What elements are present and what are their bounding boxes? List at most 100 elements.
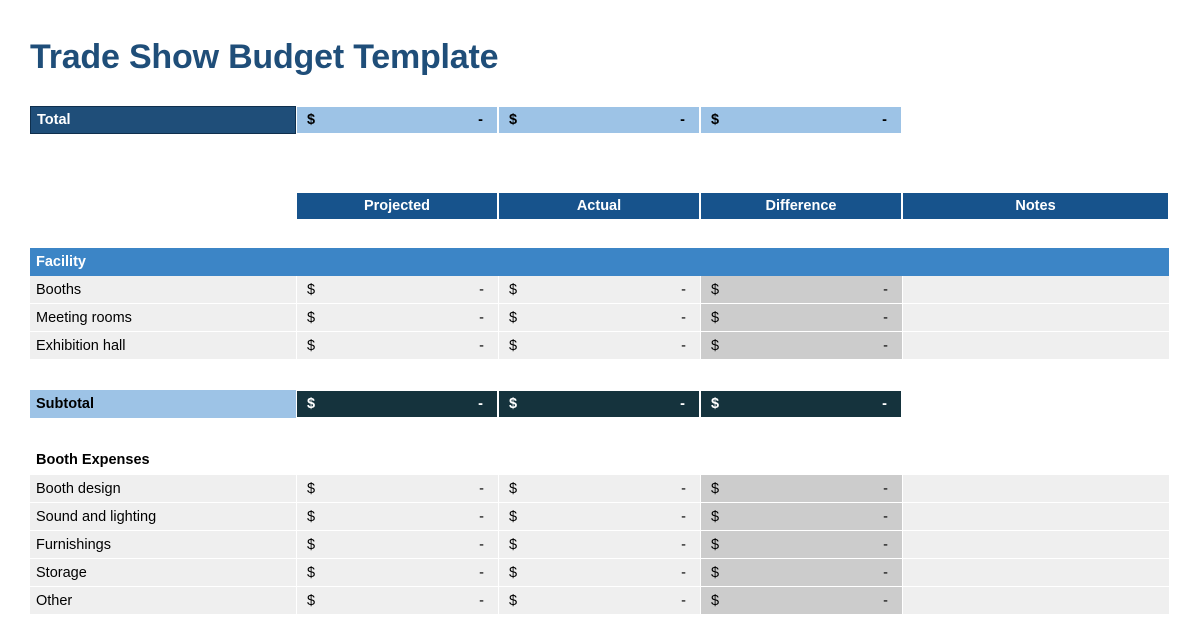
column-header-projected[interactable]: Projected (296, 192, 498, 220)
total-difference-cell[interactable]: $ - (700, 106, 902, 134)
currency-symbol: $ (509, 112, 518, 128)
difference-value: - (883, 536, 888, 553)
subtotal-label: Subtotal (30, 390, 296, 418)
column-header-notes[interactable]: Notes (902, 192, 1169, 220)
currency-symbol: $ (711, 508, 720, 525)
notes-cell[interactable] (902, 531, 1169, 559)
difference-value: - (883, 281, 888, 298)
section-heading-filler (498, 446, 700, 474)
total-actual-cell[interactable]: $ - (498, 106, 700, 134)
actual-cell[interactable]: $ - (498, 503, 700, 531)
currency-symbol: $ (509, 396, 518, 412)
total-row: Total $ - $ - $ - (30, 106, 902, 134)
total-difference-value: - (882, 112, 887, 128)
section-heading-filler (902, 446, 1169, 474)
actual-cell[interactable]: $ - (498, 531, 700, 559)
section-band-filler (498, 248, 700, 276)
notes-cell[interactable] (902, 332, 1169, 360)
actual-cell[interactable]: $ - (498, 276, 700, 304)
currency-symbol: $ (711, 281, 720, 298)
notes-cell[interactable] (902, 475, 1169, 503)
difference-cell[interactable]: $ - (700, 559, 902, 587)
currency-symbol: $ (307, 112, 316, 128)
actual-cell[interactable]: $ - (498, 332, 700, 360)
currency-symbol: $ (711, 564, 720, 581)
difference-value: - (883, 508, 888, 525)
row-label: Meeting rooms (30, 304, 296, 332)
table-row: Booths $ - $ - $ - (30, 276, 1169, 304)
notes-cell[interactable] (902, 503, 1169, 531)
actual-value: - (681, 337, 686, 354)
subtotal-projected-cell[interactable]: $ - (296, 390, 498, 418)
difference-cell[interactable]: $ - (700, 587, 902, 615)
actual-cell[interactable]: $ - (498, 475, 700, 503)
difference-value: - (883, 564, 888, 581)
actual-cell[interactable]: $ - (498, 304, 700, 332)
total-actual-value: - (680, 112, 685, 128)
currency-symbol: $ (509, 508, 518, 525)
difference-cell[interactable]: $ - (700, 503, 902, 531)
difference-cell[interactable]: $ - (700, 531, 902, 559)
subtotal-difference-value: - (882, 396, 887, 412)
section-band-filler (296, 248, 498, 276)
currency-symbol: $ (307, 309, 316, 326)
section-band-filler (902, 248, 1169, 276)
difference-cell[interactable]: $ - (700, 475, 902, 503)
notes-cell[interactable] (902, 587, 1169, 615)
total-projected-value: - (478, 112, 483, 128)
currency-symbol: $ (509, 309, 518, 326)
currency-symbol: $ (509, 281, 518, 298)
currency-symbol: $ (307, 508, 316, 525)
actual-cell[interactable]: $ - (498, 587, 700, 615)
subtotal-row: Subtotal $ - $ - $ - (30, 390, 902, 418)
row-label: Booth design (30, 475, 296, 503)
projected-cell[interactable]: $ - (296, 503, 498, 531)
table-row: Exhibition hall $ - $ - $ - (30, 332, 1169, 360)
projected-cell[interactable]: $ - (296, 559, 498, 587)
currency-symbol: $ (711, 536, 720, 553)
total-projected-cell[interactable]: $ - (296, 106, 498, 134)
column-header-difference[interactable]: Difference (700, 192, 902, 220)
projected-value: - (479, 564, 484, 581)
currency-symbol: $ (307, 396, 316, 412)
column-header-row: Projected Actual Difference Notes (296, 192, 1169, 220)
projected-value: - (479, 309, 484, 326)
subtotal-actual-value: - (680, 396, 685, 412)
notes-cell[interactable] (902, 304, 1169, 332)
section-heading-filler (296, 446, 498, 474)
projected-cell[interactable]: $ - (296, 587, 498, 615)
projected-cell[interactable]: $ - (296, 304, 498, 332)
row-label: Furnishings (30, 531, 296, 559)
projected-cell[interactable]: $ - (296, 531, 498, 559)
projected-cell[interactable]: $ - (296, 276, 498, 304)
difference-cell[interactable]: $ - (700, 276, 902, 304)
section-title-facility: Facility (30, 248, 296, 276)
section-band-facility: Facility (30, 248, 1169, 276)
projected-cell[interactable]: $ - (296, 475, 498, 503)
budget-spreadsheet: Trade Show Budget Template Total $ - $ -… (0, 0, 1200, 640)
currency-symbol: $ (509, 337, 518, 354)
projected-cell[interactable]: $ - (296, 332, 498, 360)
notes-cell[interactable] (902, 559, 1169, 587)
actual-value: - (681, 508, 686, 525)
difference-cell[interactable]: $ - (700, 304, 902, 332)
difference-value: - (883, 480, 888, 497)
currency-symbol: $ (307, 592, 316, 609)
subtotal-actual-cell[interactable]: $ - (498, 390, 700, 418)
subtotal-difference-cell[interactable]: $ - (700, 390, 902, 418)
actual-cell[interactable]: $ - (498, 559, 700, 587)
table-row: Storage $ - $ - $ - (30, 559, 1169, 587)
table-row: Furnishings $ - $ - $ - (30, 531, 1169, 559)
notes-cell[interactable] (902, 276, 1169, 304)
projected-value: - (479, 281, 484, 298)
currency-symbol: $ (307, 480, 316, 497)
currency-symbol: $ (307, 564, 316, 581)
difference-cell[interactable]: $ - (700, 332, 902, 360)
difference-value: - (883, 592, 888, 609)
section-heading-filler (700, 446, 902, 474)
currency-symbol: $ (307, 281, 316, 298)
column-header-actual[interactable]: Actual (498, 192, 700, 220)
page-title: Trade Show Budget Template (30, 38, 499, 76)
section-heading-booth-expenses: Booth Expenses (30, 446, 1169, 474)
projected-value: - (479, 337, 484, 354)
